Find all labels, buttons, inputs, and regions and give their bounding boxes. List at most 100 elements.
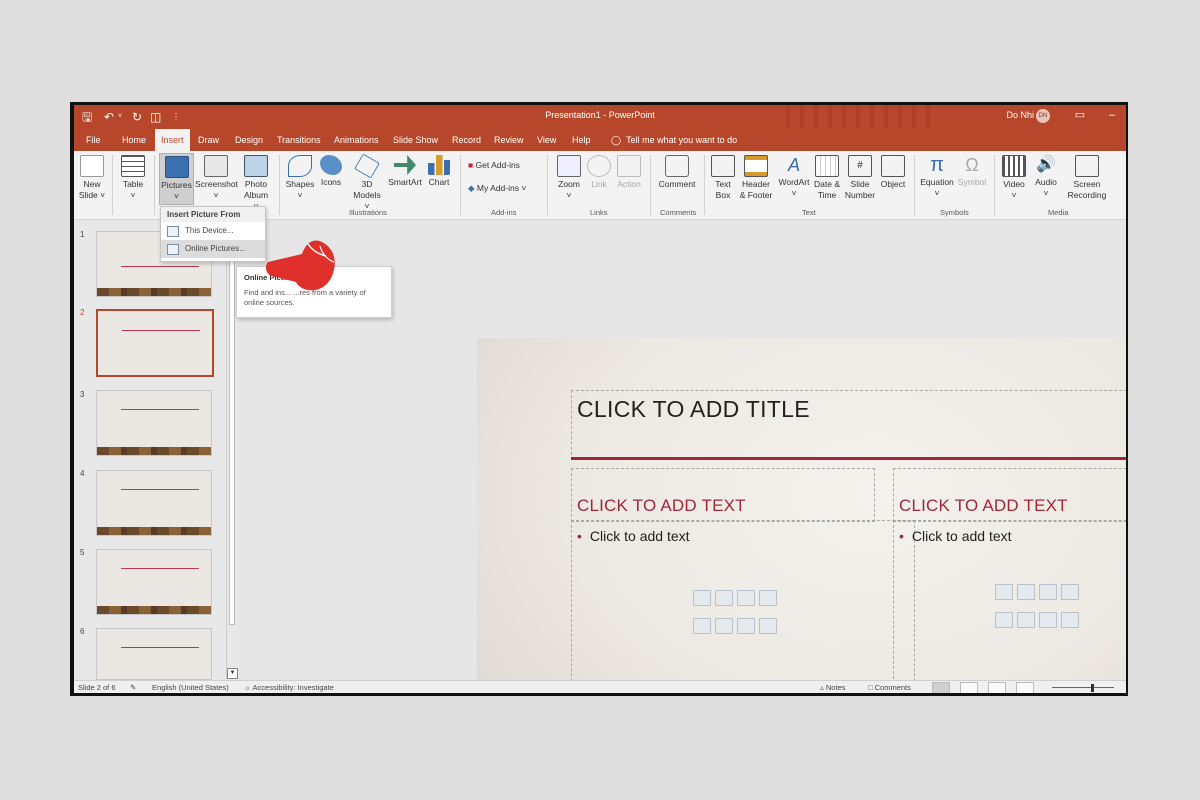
- menu-item-online-pictures[interactable]: Online Pictures...: [161, 240, 265, 258]
- tab-view[interactable]: View: [537, 129, 556, 151]
- shapes-button[interactable]: Shapes ˅: [285, 153, 315, 201]
- online-pictures-label: Online Pictures...: [185, 244, 246, 253]
- tab-draw[interactable]: Draw: [198, 129, 219, 151]
- tab-slide-show[interactable]: Slide Show: [393, 129, 438, 151]
- icons-button[interactable]: Icons: [318, 153, 344, 188]
- group-label-illustrations: Illustrations: [349, 208, 387, 217]
- new-slide-icon: [80, 155, 104, 177]
- thumbnail-scroll-thumb[interactable]: [229, 228, 235, 625]
- zoom-slider[interactable]: [1052, 687, 1114, 688]
- tab-transitions[interactable]: Transitions: [277, 129, 321, 151]
- insert-table-icon[interactable]: [995, 584, 1013, 600]
- insert-3d-model-icon[interactable]: [759, 590, 777, 606]
- shapes-label: Shapes: [285, 179, 315, 189]
- screenshot-label: Screenshot: [195, 179, 238, 189]
- calendar-icon: [815, 155, 839, 177]
- symbol-button[interactable]: Ω Symbol: [956, 153, 988, 188]
- date-time-button[interactable]: Date & Time: [812, 153, 842, 201]
- photo-album-button[interactable]: Photo Album ˅: [241, 153, 271, 212]
- comment-button[interactable]: Comment: [656, 153, 698, 190]
- pointing-hand-icon: [265, 240, 335, 291]
- smartart-button[interactable]: SmartArt: [388, 153, 422, 188]
- header-footer-button[interactable]: Header & Footer: [738, 153, 774, 201]
- new-slide-button[interactable]: New Slide ˅: [78, 153, 106, 201]
- cube-icon: [354, 153, 380, 179]
- text-box-button[interactable]: Text Box: [710, 153, 736, 201]
- action-button[interactable]: Action: [614, 153, 644, 190]
- object-button[interactable]: Object: [877, 153, 909, 190]
- insert-video-icon[interactable]: [1039, 612, 1057, 628]
- left-heading-text: CLICK TO ADD TEXT: [577, 496, 746, 515]
- slide-thumbnail-5[interactable]: [96, 549, 212, 615]
- insert-online-picture-icon[interactable]: [1017, 612, 1035, 628]
- slide-thumbnail-2[interactable]: [96, 309, 214, 377]
- language-indicator[interactable]: English (United States): [152, 683, 229, 692]
- slide-thumbnail-6[interactable]: [96, 628, 212, 680]
- 3d-models-button[interactable]: 3D Models ˅: [350, 153, 384, 212]
- normal-view-icon[interactable]: [932, 682, 950, 693]
- slide-sorter-icon[interactable]: [960, 682, 978, 693]
- insert-picture-icon[interactable]: [693, 618, 711, 634]
- minimize-icon[interactable]: –: [1104, 107, 1120, 123]
- tab-review[interactable]: Review: [494, 129, 524, 151]
- insert-picture-icon[interactable]: [995, 612, 1013, 628]
- smartart-label: SmartArt: [388, 177, 422, 187]
- date-time-label-2: Time: [817, 190, 837, 200]
- tab-help[interactable]: Help: [572, 129, 591, 151]
- reading-view-icon[interactable]: [988, 682, 1006, 693]
- wordart-icon: A: [787, 155, 800, 175]
- screen-recording-button[interactable]: Screen Recording: [1064, 153, 1110, 201]
- tab-animations[interactable]: Animations: [334, 129, 379, 151]
- insert-online-picture-icon[interactable]: [715, 618, 733, 634]
- tab-home[interactable]: Home: [122, 129, 146, 151]
- left-content-insert-icons: [693, 590, 797, 646]
- tab-design[interactable]: Design: [235, 129, 263, 151]
- avatar[interactable]: DN: [1036, 109, 1050, 123]
- insert-video-icon[interactable]: [737, 618, 755, 634]
- notes-button[interactable]: ▵ Notes: [820, 683, 845, 692]
- object-label: Object: [880, 179, 906, 189]
- wordart-button[interactable]: A WordArt ˅: [776, 153, 812, 199]
- accessibility-status[interactable]: ☼ Accessibility: Investigate: [244, 683, 334, 692]
- insert-icon-icon[interactable]: [759, 618, 777, 634]
- audio-button[interactable]: 🔊 Audio ˅: [1032, 153, 1060, 199]
- chart-button[interactable]: Chart: [426, 153, 452, 188]
- equation-button[interactable]: π Equation ˅: [918, 153, 956, 199]
- ribbon-tabs: File Home Insert Draw Design Transitions…: [74, 129, 1126, 151]
- get-addins-button[interactable]: ■ Get Add-ins: [468, 160, 520, 170]
- insert-smartart-icon[interactable]: [737, 590, 755, 606]
- menu-item-this-device[interactable]: This Device...: [161, 222, 265, 240]
- link-button[interactable]: Link: [586, 153, 612, 190]
- current-slide[interactable]: CLICK TO ADD TITLE CLICK TO ADD TEXT • Cl…: [477, 338, 1126, 693]
- insert-icon-icon[interactable]: [1061, 612, 1079, 628]
- screenshot-button[interactable]: Screenshot ˅: [195, 153, 238, 201]
- tell-me-search[interactable]: ◯ Tell me what you want to do: [611, 129, 737, 151]
- insert-3d-model-icon[interactable]: [1061, 584, 1079, 600]
- comments-button[interactable]: □ Comments: [868, 683, 911, 692]
- pictures-button[interactable]: Pictures ˅: [159, 153, 194, 205]
- tab-record[interactable]: Record: [452, 129, 481, 151]
- zoom-slider-handle[interactable]: [1091, 684, 1094, 692]
- my-addins-button[interactable]: ◆ My Add-ins ˅: [468, 183, 526, 194]
- insert-table-icon[interactable]: [693, 590, 711, 606]
- tab-insert[interactable]: Insert: [155, 129, 190, 151]
- action-label: Action: [617, 179, 641, 189]
- insert-chart-icon[interactable]: [715, 590, 733, 606]
- slide-show-icon[interactable]: [1016, 682, 1034, 693]
- chart-label: Chart: [428, 177, 450, 187]
- chart-icon: [428, 155, 450, 175]
- ribbon-display-icon[interactable]: ▭: [1072, 107, 1088, 123]
- zoom-button[interactable]: Zoom ˅: [554, 153, 584, 201]
- slide-thumbnail-3[interactable]: [96, 390, 212, 456]
- tab-file[interactable]: File: [86, 129, 101, 151]
- pictures-label: Pictures: [161, 180, 192, 190]
- scroll-down-icon[interactable]: ▼: [227, 668, 238, 679]
- insert-smartart-icon[interactable]: [1039, 584, 1057, 600]
- table-button[interactable]: Table ˅: [118, 153, 148, 201]
- spellcheck-icon[interactable]: ✎: [130, 683, 136, 692]
- slide-number-button[interactable]: # Slide Number: [844, 153, 876, 201]
- video-button[interactable]: Video ˅: [1000, 153, 1028, 201]
- insert-chart-icon[interactable]: [1017, 584, 1035, 600]
- slide-thumbnail-4[interactable]: [96, 470, 212, 536]
- group-label-comments: Comments: [660, 208, 697, 217]
